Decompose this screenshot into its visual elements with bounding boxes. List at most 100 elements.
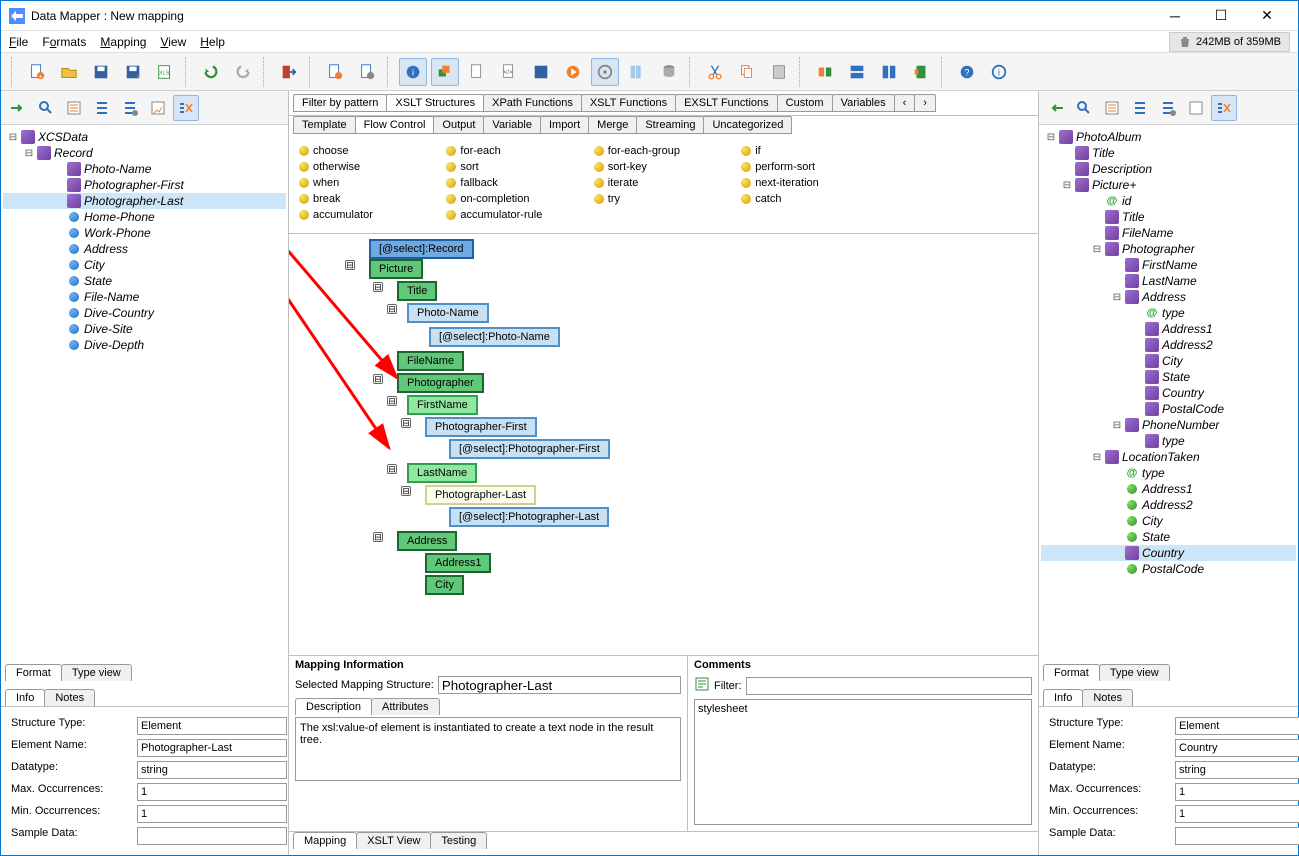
tree-item[interactable]: Address2 [1041,497,1296,513]
minimize-button[interactable]: ─ [1152,2,1198,30]
right-tree[interactable]: ⊟PhotoAlbumTitleDescription⊟Picture+@idT… [1039,125,1298,662]
tb-info-icon[interactable]: i [399,58,427,86]
palette-item[interactable]: choose [299,143,438,159]
ri-maxocc-value[interactable] [1175,783,1299,801]
tb-doc1-icon[interactable] [321,58,349,86]
rt-btn3-icon[interactable] [1099,95,1125,121]
tree-item[interactable]: FirstName [1041,257,1296,273]
tree-item[interactable]: Description [1041,161,1296,177]
tree-item[interactable]: Address2 [1041,337,1296,353]
tb-cols-icon[interactable] [623,58,651,86]
ri-structtype-value[interactable] [1175,717,1299,735]
tb-save-icon[interactable] [87,58,115,86]
tree-item[interactable]: State [3,273,286,289]
ri-sample-value[interactable] [1175,827,1299,845]
li-datatype-value[interactable] [137,761,287,779]
lt-btn5-icon[interactable] [117,95,143,121]
lt-btn2-icon[interactable] [33,95,59,121]
mapping-canvas[interactable]: [@select]:Record ⊟ Picture ⊟ Title ⊟ Pho… [289,234,1038,655]
center-tab[interactable]: EXSLT Functions [675,94,778,112]
node-select-photoname[interactable]: [@select]:Photo-Name [429,327,560,347]
tree-item[interactable]: ⊟PhoneNumber [1041,417,1296,433]
tb-run-icon[interactable] [559,58,587,86]
close-button[interactable]: ✕ [1244,2,1290,30]
li-minocc-value[interactable] [137,805,287,823]
palette-item[interactable]: perform-sort [741,159,880,175]
tree-item[interactable]: Photographer-First [3,177,286,193]
tb-new-icon[interactable]: + [23,58,51,86]
palette-item[interactable]: sort-key [594,159,733,175]
node-photographer-first[interactable]: Photographer-First [425,417,537,437]
node-firstname[interactable]: FirstName [407,395,478,415]
rt-btn7-icon[interactable] [1211,95,1237,121]
tree-item[interactable]: Work-Phone [3,225,286,241]
trash-icon[interactable] [1178,35,1192,49]
tree-item[interactable]: Title [1041,145,1296,161]
tree-item[interactable]: Address [3,241,286,257]
tree-item[interactable]: Address1 [1041,481,1296,497]
tree-item[interactable]: City [1041,353,1296,369]
palette-item[interactable]: accumulator-rule [446,207,585,223]
category-tab[interactable]: Flow Control [355,116,435,134]
tree-item[interactable]: type [1041,433,1296,449]
palette-item[interactable]: fallback [446,175,585,191]
palette-item[interactable]: accumulator [299,207,438,223]
tree-item[interactable]: State [1041,529,1296,545]
tb-export-icon[interactable]: XLS [151,58,179,86]
rt-btn1-icon[interactable] [1043,95,1069,121]
node-picture[interactable]: Picture [369,259,423,279]
rt-btn6-icon[interactable] [1183,95,1209,121]
tb-code-icon[interactable]: </> [495,58,523,86]
center-tab[interactable]: XSLT Structures [386,94,484,112]
tb-undo-icon[interactable] [197,58,225,86]
tb-cut-icon[interactable] [701,58,729,86]
tree-item[interactable]: FileName [1041,225,1296,241]
lt-btn3-icon[interactable] [61,95,87,121]
tree-item[interactable]: Photographer-Last [3,193,286,209]
tree-item[interactable]: City [3,257,286,273]
tb-exit-icon[interactable] [275,58,303,86]
left-tab-format[interactable]: Format [5,664,62,681]
tree-item[interactable]: ⊟PhotoAlbum [1041,129,1296,145]
tab-scroll-left[interactable]: ‹ [894,94,916,112]
tb-help-icon[interactable]: ? [953,58,981,86]
tb-copy-icon[interactable] [733,58,761,86]
tree-item[interactable]: @type [1041,305,1296,321]
tree-item[interactable]: Dive-Country [3,305,286,321]
rt-btn5-icon[interactable] [1155,95,1181,121]
ri-elemname-value[interactable] [1175,739,1299,757]
palette-item[interactable]: otherwise [299,159,438,175]
right-tab-info[interactable]: Info [1043,689,1083,706]
tb-db-icon[interactable] [655,58,683,86]
lt-btn1-icon[interactable] [5,95,31,121]
tree-item[interactable]: ⊟XCSData [3,129,286,145]
lt-btn6-icon[interactable] [145,95,171,121]
tree-item[interactable]: Home-Phone [3,209,286,225]
filter-input[interactable] [746,677,1033,695]
li-maxocc-value[interactable] [137,783,287,801]
node-city[interactable]: City [425,575,464,595]
tree-item[interactable]: Photo-Name [3,161,286,177]
category-tab[interactable]: Variable [483,116,541,134]
node-photoname[interactable]: Photo-Name [407,303,489,323]
palette-item[interactable]: iterate [594,175,733,191]
center-tab[interactable]: XPath Functions [483,94,582,112]
li-elemname-value[interactable] [137,739,287,757]
tree-item[interactable]: PostalCode [1041,561,1296,577]
tb-fn1-icon[interactable] [811,58,839,86]
node-address[interactable]: Address [397,531,457,551]
sel-struct-value[interactable] [438,676,681,694]
tb-target-icon[interactable] [591,58,619,86]
tree-item[interactable]: ⊟Photographer [1041,241,1296,257]
tb-fn4-icon[interactable] [907,58,935,86]
tree-item[interactable]: LastName [1041,273,1296,289]
menu-file[interactable]: File [9,35,28,49]
tb-open-icon[interactable] [55,58,83,86]
right-tab-notes[interactable]: Notes [1082,689,1133,706]
footer-tab[interactable]: Testing [430,832,487,849]
node-photographer[interactable]: Photographer [397,373,484,393]
tree-item[interactable]: Address1 [1041,321,1296,337]
tree-item[interactable]: @id [1041,193,1296,209]
palette-item[interactable]: when [299,175,438,191]
footer-tab[interactable]: XSLT View [356,832,431,849]
